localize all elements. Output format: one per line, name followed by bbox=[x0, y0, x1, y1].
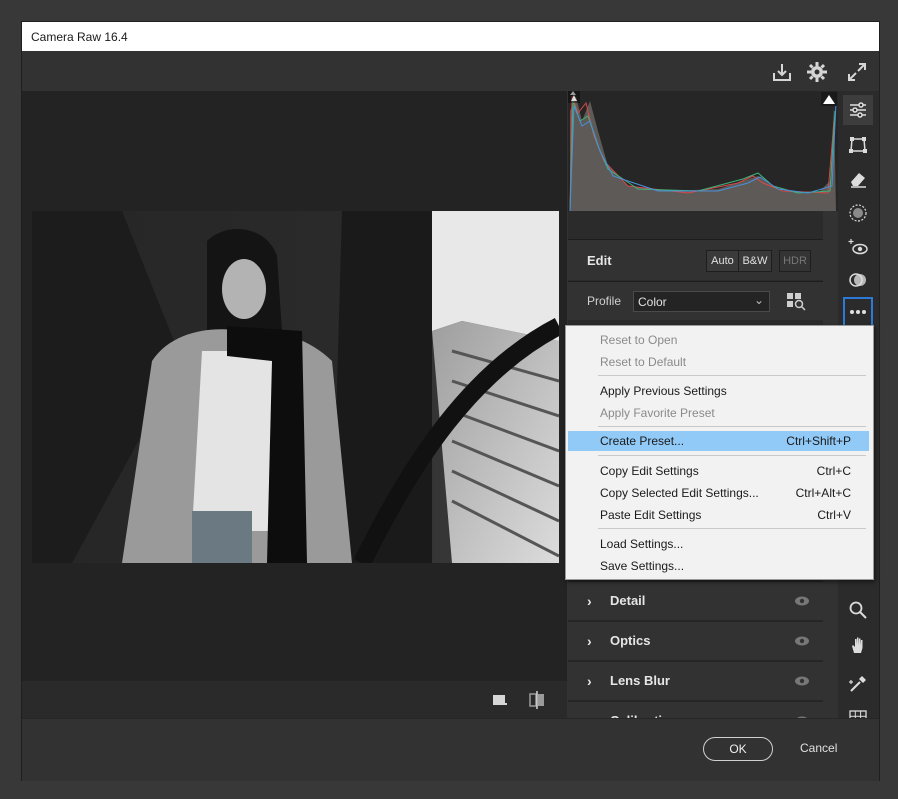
menu-divider bbox=[598, 455, 866, 456]
menu-item-apply-favorite-preset[interactable]: Apply Favorite Preset bbox=[568, 403, 869, 423]
top-toolbar bbox=[22, 51, 879, 91]
chevron-right-icon: › bbox=[587, 593, 592, 609]
section-calibration[interactable]: › Calibration bbox=[568, 700, 823, 729]
before-after-icon[interactable] bbox=[527, 690, 547, 710]
eye-icon[interactable] bbox=[794, 594, 810, 608]
menu-divider bbox=[598, 375, 866, 376]
profile-row: Profile Color ⌄ bbox=[568, 281, 823, 320]
menu-item-reset-to-open[interactable]: Reset to Open bbox=[568, 330, 869, 350]
crop-icon[interactable] bbox=[843, 130, 873, 160]
section-title: Detail bbox=[610, 593, 646, 608]
red-eye-icon[interactable] bbox=[843, 232, 873, 262]
section-title: Optics bbox=[610, 633, 651, 648]
histogram bbox=[568, 91, 838, 212]
window-title: Camera Raw 16.4 bbox=[31, 30, 128, 44]
section-lens-blur[interactable]: › Lens Blur bbox=[568, 660, 823, 700]
section-title: Lens Blur bbox=[610, 673, 670, 688]
presets-icon[interactable] bbox=[843, 265, 873, 295]
cancel-button[interactable]: Cancel bbox=[800, 741, 837, 755]
more-options-menu: Reset to Open Reset to Default Apply Pre… bbox=[565, 325, 874, 580]
profile-label: Profile bbox=[587, 294, 622, 308]
profile-dropdown[interactable]: Color ⌄ bbox=[633, 291, 770, 312]
profile-value: Color bbox=[638, 295, 667, 309]
section-optics[interactable]: › Optics bbox=[568, 620, 823, 660]
menu-item-create-preset[interactable]: Create Preset... Ctrl+Shift+P bbox=[568, 431, 869, 451]
menu-item-copy-edit-settings[interactable]: Copy Edit Settings Ctrl+C bbox=[568, 461, 869, 481]
eye-icon[interactable] bbox=[794, 634, 810, 648]
menu-item-copy-selected-edit-settings[interactable]: Copy Selected Edit Settings... Ctrl+Alt+… bbox=[568, 483, 869, 503]
menu-item-apply-previous-settings[interactable]: Apply Previous Settings bbox=[568, 381, 869, 401]
color-sampler-icon[interactable] bbox=[843, 669, 873, 699]
chevron-right-icon: › bbox=[587, 633, 592, 649]
menu-item-paste-edit-settings[interactable]: Paste Edit Settings Ctrl+V bbox=[568, 505, 869, 525]
menu-item-save-settings[interactable]: Save Settings... bbox=[568, 556, 869, 576]
profile-browser-icon[interactable] bbox=[786, 291, 806, 311]
save-download-icon[interactable] bbox=[771, 61, 793, 83]
menu-divider bbox=[598, 426, 866, 427]
edit-sliders-icon[interactable] bbox=[843, 95, 873, 125]
bw-button[interactable]: B&W bbox=[738, 250, 772, 272]
image-canvas[interactable] bbox=[22, 91, 567, 681]
gear-icon[interactable] bbox=[806, 61, 828, 83]
chevron-down-icon: ⌄ bbox=[753, 293, 764, 307]
menu-item-reset-to-default[interactable]: Reset to Default bbox=[568, 352, 869, 372]
view-controls-bar bbox=[22, 681, 567, 718]
masking-icon[interactable] bbox=[843, 198, 873, 228]
photo-preview bbox=[32, 211, 559, 563]
menu-divider bbox=[598, 528, 866, 529]
zoom-icon[interactable] bbox=[843, 595, 873, 625]
hand-icon[interactable] bbox=[843, 630, 873, 660]
edit-title: Edit bbox=[587, 253, 612, 268]
ok-button[interactable]: OK bbox=[703, 737, 773, 761]
eraser-icon[interactable] bbox=[843, 164, 873, 194]
more-icon[interactable] bbox=[843, 297, 873, 327]
hdr-button[interactable]: HDR bbox=[779, 250, 811, 272]
chevron-right-icon: › bbox=[587, 673, 592, 689]
fullscreen-icon[interactable] bbox=[846, 61, 868, 83]
menu-item-load-settings[interactable]: Load Settings... bbox=[568, 534, 869, 554]
dialog-footer: OK Cancel bbox=[22, 718, 879, 781]
eye-icon[interactable] bbox=[794, 674, 810, 688]
title-bar: Camera Raw 16.4 bbox=[22, 22, 879, 51]
auto-button[interactable]: Auto bbox=[706, 250, 739, 272]
section-detail[interactable]: › Detail bbox=[568, 580, 823, 620]
edit-header: Edit Auto B&W HDR bbox=[568, 239, 823, 280]
view-mode-icon[interactable] bbox=[490, 690, 510, 710]
